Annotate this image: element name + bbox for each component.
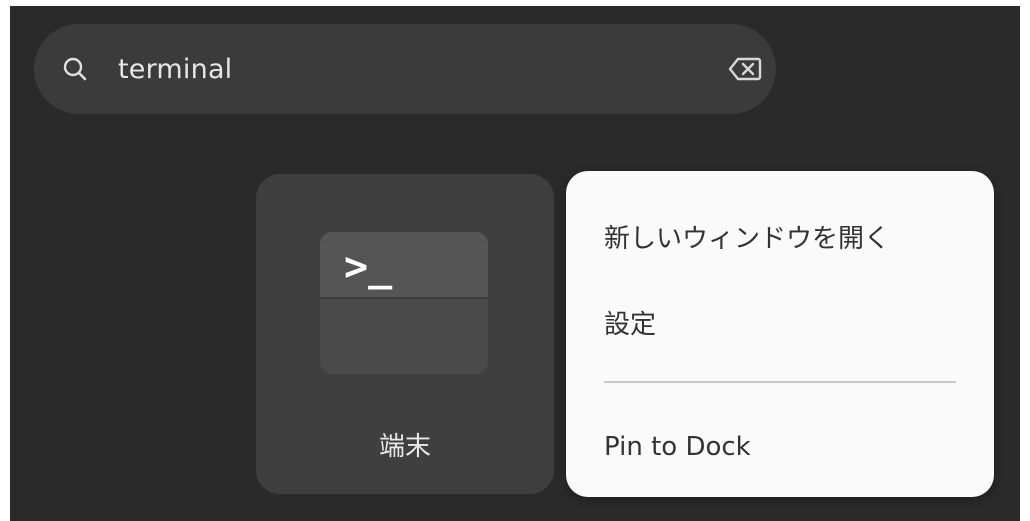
search-icon <box>63 57 87 81</box>
context-menu: 新しいウィンドウを開く 設定 Pin to Dock <box>566 171 994 497</box>
search-input[interactable] <box>118 46 678 92</box>
app-grid-overlay: >_ 端末 新しいウィンドウを開く 設定 Pin to Dock <box>10 6 1020 521</box>
app-label: 端末 <box>378 432 431 462</box>
menu-item-pin-to-dock[interactable]: Pin to Dock <box>604 421 964 473</box>
terminal-icon: >_ <box>320 232 488 374</box>
menu-separator <box>604 381 956 383</box>
app-tile-terminal[interactable]: >_ 端末 <box>256 174 554 494</box>
backspace-clear-icon[interactable] <box>728 56 762 82</box>
menu-item-new-window[interactable]: 新しいウィンドウを開く <box>604 213 964 265</box>
menu-item-settings[interactable]: 設定 <box>604 299 964 351</box>
search-bar[interactable] <box>34 24 776 114</box>
terminal-prompt-glyph: >_ <box>344 244 393 290</box>
